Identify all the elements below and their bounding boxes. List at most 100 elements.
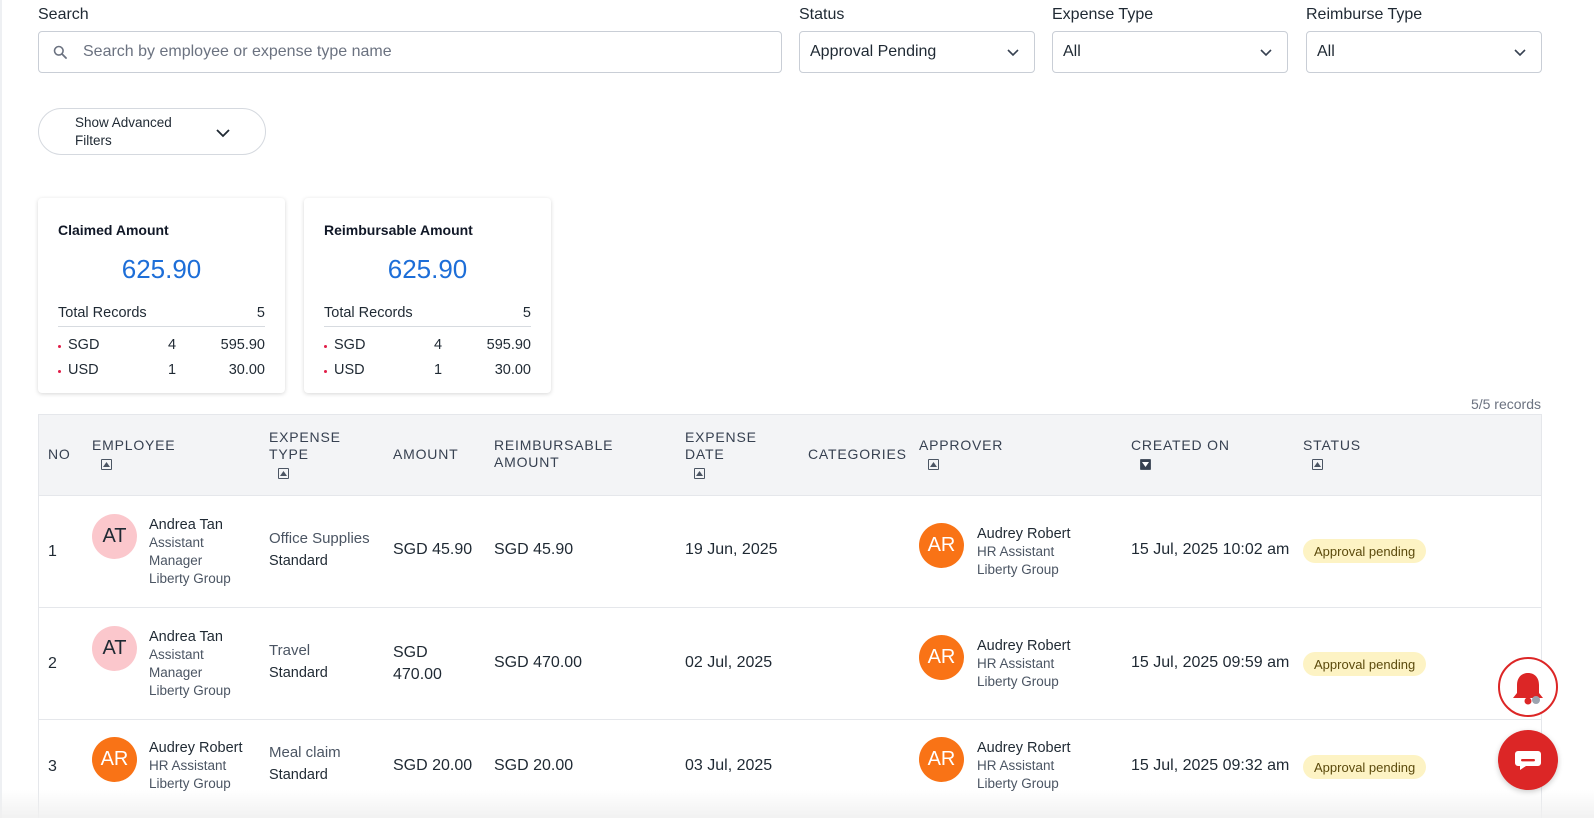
expense-date: 02 Jul, 2025: [685, 654, 773, 671]
created-on: 15 Jul, 2025 09:32 am: [1131, 757, 1290, 774]
employee-info: Audrey Robert HR Assistant Liberty Group: [149, 739, 243, 793]
header-expense-type-line2: TYPE: [269, 446, 309, 462]
total-records-label: Total Records: [58, 305, 147, 321]
records-count: 5/5 records: [1470, 396, 1541, 412]
avatar-initials: AR: [927, 534, 956, 556]
avatar-initials: AT: [102, 525, 127, 547]
header-reimbursable-line1: REIMBURSABLE: [494, 437, 614, 453]
header-expense-type[interactable]: EXPENSE TYPE: [269, 429, 341, 480]
header-created-on[interactable]: CREATED ON: [1131, 437, 1230, 471]
currency-amount: 30.00: [228, 362, 265, 378]
status-label: Status: [799, 6, 845, 23]
reimbursable-amount: SGD 45.90: [494, 541, 574, 558]
card-amount: 625.90: [387, 254, 468, 284]
total-records-row: Total Records 5: [58, 305, 265, 327]
sort-asc-icon[interactable]: [278, 468, 289, 479]
bottom-fade: [0, 790, 1594, 818]
expense-date: 03 Jul, 2025: [685, 757, 773, 774]
total-records-label: Total Records: [324, 305, 413, 321]
header-employee[interactable]: EMPLOYEE: [92, 437, 175, 471]
notifications-button[interactable]: [1498, 657, 1558, 717]
sort-asc-icon[interactable]: [1312, 459, 1323, 470]
sort-asc-icon[interactable]: [928, 459, 939, 470]
header-approver-label: APPROVER: [919, 437, 1004, 453]
approver-role: HR Assistant: [977, 758, 1055, 773]
avatar-initials: AR: [927, 748, 956, 770]
approver-name: Audrey Robert: [977, 526, 1071, 542]
created-on: 15 Jul, 2025 10:02 am: [1131, 541, 1290, 558]
amount: SGD 45.90: [393, 540, 472, 560]
bullet-icon: [58, 345, 61, 348]
currency-amount: 595.90: [486, 337, 531, 353]
employee-role: Assistant: [149, 535, 204, 550]
avatar-initials: AT: [102, 637, 127, 659]
expense-type-name: Office Supplies: [269, 530, 370, 547]
approver-name: Audrey Robert: [977, 638, 1071, 654]
employee-name: Audrey Robert: [149, 740, 243, 756]
currency-code: USD: [334, 362, 365, 378]
expense-type-select-value: All: [1063, 43, 1081, 60]
reimburse-type-select[interactable]: All: [1306, 31, 1542, 73]
expense-type-sub: Standard: [269, 767, 328, 783]
header-expense-date-line2: DATE: [685, 446, 725, 462]
currency-row: SGD 4 595.90: [324, 337, 531, 357]
chevron-down-icon: [1513, 45, 1527, 59]
claimed-amount-card: Claimed Amount 625.90 Total Records 5 SG…: [38, 198, 285, 393]
header-expense-date[interactable]: EXPENSE DATE: [685, 429, 757, 480]
reimbursable-amount: SGD 20.00: [494, 757, 574, 774]
currency-row: USD 1 30.00: [58, 362, 265, 382]
chat-icon: [1514, 748, 1542, 772]
card-amount: 625.90: [121, 254, 202, 284]
reimburse-type-select-value: All: [1317, 43, 1335, 60]
expense-type-select[interactable]: All: [1052, 31, 1288, 73]
currency-count: 4: [168, 337, 177, 353]
advanced-filters-label: Show Advanced Filters: [75, 114, 172, 148]
bullet-icon: [58, 370, 61, 373]
table-row[interactable]: 1 AT Andrea Tan Assistant Manager Libert…: [39, 496, 1541, 608]
chat-button[interactable]: [1498, 730, 1558, 790]
expense-type-sub: Standard: [269, 665, 328, 681]
currency-amount: 595.90: [220, 337, 265, 353]
employee-role: HR Assistant: [149, 758, 227, 773]
row-number: 1: [48, 543, 57, 560]
expense-type-info: Travel Standard: [269, 640, 328, 684]
expense-type-name: Meal claim: [269, 744, 341, 761]
status-select-value: Approval Pending: [810, 43, 937, 60]
created-on: 15 Jul, 2025 09:59 am: [1131, 654, 1290, 671]
approver-role: HR Assistant: [977, 656, 1055, 671]
header-reimbursable-amount: REIMBURSABLE AMOUNT: [494, 437, 613, 471]
show-advanced-filters-button[interactable]: Show Advanced Filters: [38, 108, 266, 155]
approver-info: Audrey Robert HR Assistant Liberty Group: [977, 525, 1071, 579]
table-row[interactable]: 2 AT Andrea Tan Assistant Manager Libert…: [39, 608, 1541, 720]
status-badge: Approval pending: [1303, 755, 1427, 779]
sort-asc-icon[interactable]: [101, 459, 112, 470]
expense-table: NO EMPLOYEE EXPENSE TYPE AMOUNT REIMBURS…: [38, 414, 1542, 818]
approver-info: Audrey Robert HR Assistant Liberty Group: [977, 637, 1071, 691]
expense-date: 19 Jun, 2025: [685, 541, 778, 558]
status-select[interactable]: Approval Pending: [799, 31, 1035, 73]
chevron-down-icon: [215, 125, 231, 141]
sort-desc-icon[interactable]: [1140, 459, 1151, 470]
header-categories: CATEGORIES: [808, 446, 907, 462]
currency-code: SGD: [68, 337, 100, 353]
approver-role: HR Assistant: [977, 544, 1055, 559]
avatar: AR: [919, 737, 964, 782]
avatar-initials: AR: [100, 748, 129, 770]
expense-type-sub: Standard: [269, 553, 328, 569]
amount-line2: 470.00: [393, 666, 442, 683]
amount: SGD 20.00: [393, 756, 472, 776]
sort-asc-icon[interactable]: [694, 468, 705, 479]
search-label: Search: [38, 6, 89, 23]
expense-type-info: Office Supplies Standard: [269, 528, 370, 572]
search-input[interactable]: [83, 43, 723, 61]
employee-role-2: Manager: [149, 553, 203, 568]
amount-line1: SGD 20.00: [393, 757, 473, 774]
header-status-label: STATUS: [1303, 437, 1361, 453]
amount-line1: SGD 45.90: [393, 541, 473, 558]
header-status[interactable]: STATUS: [1303, 437, 1361, 471]
header-approver[interactable]: APPROVER: [919, 437, 1003, 471]
search-box[interactable]: [38, 31, 782, 73]
bell-icon: [1508, 667, 1548, 707]
reimbursable-amount: SGD 470.00: [494, 654, 583, 671]
currency-amount: 30.00: [494, 362, 531, 378]
